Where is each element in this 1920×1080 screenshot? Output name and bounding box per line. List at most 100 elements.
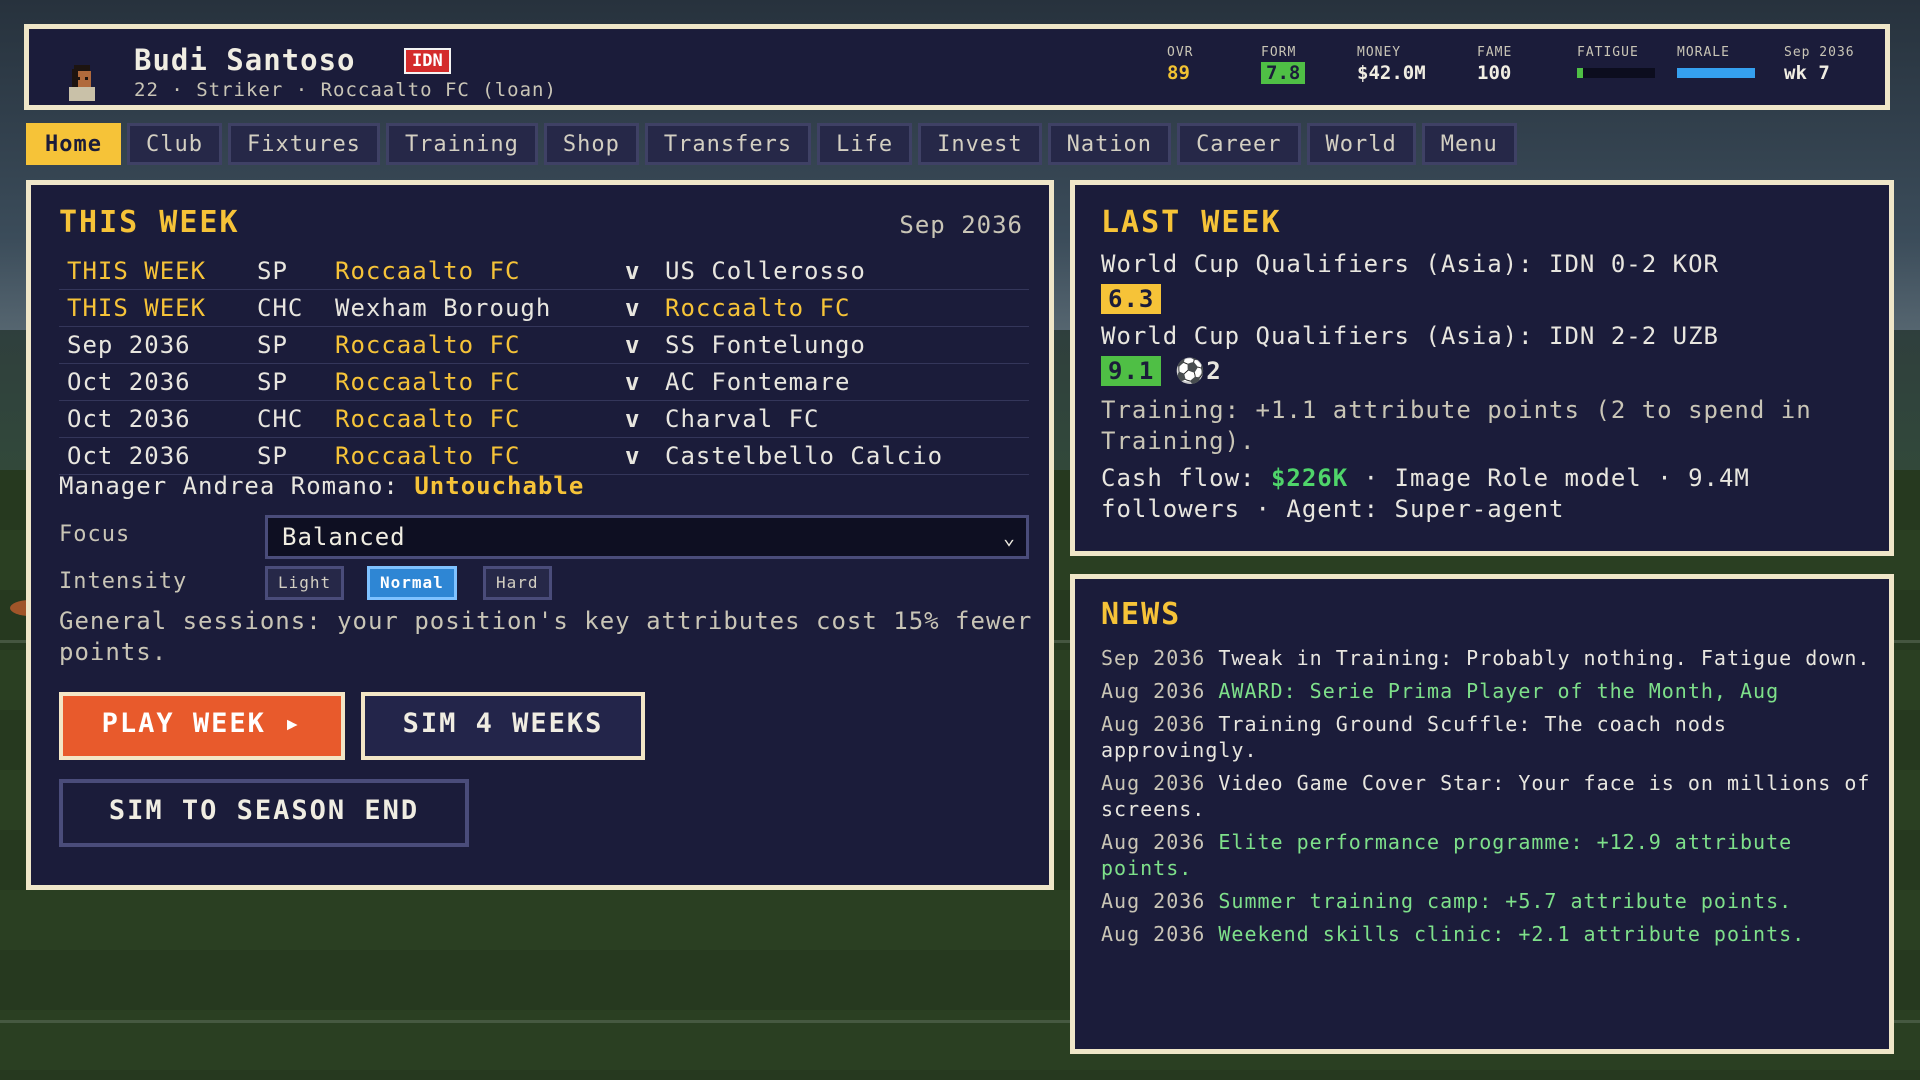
fixture-v: v bbox=[625, 405, 641, 433]
fixture-row: Oct 2036 CHC Roccaalto FC v Charval FC bbox=[59, 401, 1029, 438]
news-item: Aug 2036 AWARD: Serie Prima Player of th… bbox=[1101, 678, 1881, 704]
match-rating: 9.1 bbox=[1101, 356, 1162, 386]
fixture-row: THIS WEEK CHC Wexham Borough v Roccaalto FC bbox=[59, 290, 1029, 327]
fixture-home: Roccaalto FC bbox=[335, 368, 521, 396]
cash-flow-label: Cash flow: bbox=[1101, 464, 1256, 492]
fixture-away: SS Fontelungo bbox=[665, 331, 866, 359]
manager-prefix: Manager Andrea Romano: bbox=[59, 472, 399, 500]
fixture-comp: SP bbox=[257, 442, 288, 470]
stat-label: FORM bbox=[1261, 45, 1297, 60]
chevron-down-icon: ⌄ bbox=[1002, 525, 1016, 549]
fixture-home: Roccaalto FC bbox=[335, 331, 521, 359]
sim-4-weeks-button[interactable]: SIM 4 WEEKS bbox=[361, 692, 645, 760]
fixture-comp: SP bbox=[257, 331, 288, 359]
news-date: Aug 2036 bbox=[1101, 712, 1206, 736]
tab-life[interactable]: Life bbox=[817, 123, 913, 165]
tab-world[interactable]: World bbox=[1306, 123, 1416, 165]
fixture-date: Oct 2036 bbox=[67, 368, 191, 396]
tab-training[interactable]: Training bbox=[385, 123, 538, 165]
money-value: $42.0M bbox=[1357, 62, 1426, 84]
stat-ovr: OVR 89 bbox=[1167, 45, 1193, 84]
tab-shop[interactable]: Shop bbox=[543, 123, 639, 165]
news-item: Aug 2036 Weekend skills clinic: +2.1 att… bbox=[1101, 921, 1881, 947]
fixture-date: Oct 2036 bbox=[67, 405, 191, 433]
sim-to-season-end-button[interactable]: SIM TO SEASON END bbox=[59, 779, 469, 847]
tab-club[interactable]: Club bbox=[126, 123, 222, 165]
fatigue-fill bbox=[1577, 68, 1584, 78]
news-text: AWARD: Serie Prima Player of the Month, … bbox=[1218, 679, 1780, 703]
tab-home[interactable]: Home bbox=[26, 123, 121, 165]
fixture-v: v bbox=[625, 368, 641, 396]
training-description: General sessions: your position's key at… bbox=[59, 607, 1033, 666]
fixture-away: US Collerosso bbox=[665, 257, 866, 285]
fixture-row: Oct 2036 SP Roccaalto FC v Castelbello Calci… bbox=[59, 438, 1029, 475]
news-date: Aug 2036 bbox=[1101, 830, 1206, 854]
news-date: Aug 2036 bbox=[1101, 922, 1206, 946]
fixture-away: AC Fontemare bbox=[665, 368, 851, 396]
stat-label: MONEY bbox=[1357, 45, 1402, 60]
stat-label: OVR bbox=[1167, 45, 1194, 60]
tab-nation[interactable]: Nation bbox=[1047, 123, 1172, 165]
training-summary: Training: +1.1 attribute points (2 to sp… bbox=[1101, 396, 1812, 455]
fixture-comp: CHC bbox=[257, 294, 304, 322]
panel-title: NEWS bbox=[1101, 597, 1182, 632]
news-list: Sep 2036 Tweak in Training: Probably not… bbox=[1101, 645, 1881, 954]
news-item: Aug 2036 Elite performance programme: +1… bbox=[1101, 829, 1881, 881]
fixture-comp: CHC bbox=[257, 405, 304, 433]
player-subtitle: 22 · Striker · Roccaalto FC (loan) bbox=[134, 79, 557, 101]
this-week-panel: THIS WEEK Sep 2036 THIS WEEK SP Roccaalto … bbox=[26, 180, 1054, 890]
date-label: Sep 2036 bbox=[1784, 45, 1855, 60]
player-name: Budi Santoso bbox=[134, 43, 356, 77]
fixture-away: Roccaalto FC bbox=[665, 294, 851, 322]
panel-title: THIS WEEK bbox=[59, 205, 240, 240]
stat-money: MONEY $42.0M bbox=[1357, 45, 1426, 84]
last-week-body: World Cup Qualifiers (Asia): IDN 0-2 KOR… bbox=[1101, 249, 1881, 525]
match-result: World Cup Qualifiers (Asia): IDN 2-2 UZB bbox=[1101, 322, 1719, 350]
stat-morale: MORALE bbox=[1677, 45, 1755, 78]
fame-value: 100 bbox=[1477, 62, 1512, 84]
fixture-row: Oct 2036 SP Roccaalto FC v AC Fontemare bbox=[59, 364, 1029, 401]
news-date: Aug 2036 bbox=[1101, 679, 1206, 703]
tab-fixtures[interactable]: Fixtures bbox=[227, 123, 380, 165]
focus-value: Balanced bbox=[282, 523, 406, 551]
news-item: Aug 2036 Video Game Cover Star: Your fac… bbox=[1101, 770, 1881, 822]
nation-badge: IDN bbox=[404, 48, 451, 74]
goals-scored: ⚽2 bbox=[1175, 357, 1222, 385]
fixture-home: Roccaalto FC bbox=[335, 405, 521, 433]
intensity-normal-button[interactable]: Normal bbox=[367, 566, 457, 600]
match-result: World Cup Qualifiers (Asia): IDN 0-2 KOR bbox=[1101, 250, 1719, 278]
fixture-away: Charval FC bbox=[665, 405, 820, 433]
stat-label: FATIGUE bbox=[1577, 45, 1639, 60]
tab-transfers[interactable]: Transfers bbox=[644, 123, 812, 165]
fixture-home: Wexham Borough bbox=[335, 294, 552, 322]
intensity-hard-button[interactable]: Hard bbox=[483, 566, 552, 600]
manager-status: Manager Andrea Romano: Untouchable bbox=[59, 472, 584, 500]
morale-fill bbox=[1677, 68, 1755, 78]
fixture-comp: SP bbox=[257, 368, 288, 396]
focus-select[interactable]: Balanced ⌄ bbox=[265, 515, 1029, 559]
last-week-panel: LAST WEEK World Cup Qualifiers (Asia): I… bbox=[1070, 180, 1894, 556]
tab-career[interactable]: Career bbox=[1177, 123, 1301, 165]
stat-fame: FAME 100 bbox=[1477, 45, 1512, 84]
stat-fatigue: FATIGUE bbox=[1577, 45, 1655, 78]
week-value: wk 7 bbox=[1784, 62, 1830, 84]
fixture-comp: SP bbox=[257, 257, 288, 285]
tab-menu[interactable]: Menu bbox=[1421, 123, 1517, 165]
news-date: Aug 2036 bbox=[1101, 889, 1206, 913]
player-avatar bbox=[69, 65, 95, 101]
fixture-v: v bbox=[625, 257, 641, 285]
manager-status-value: Untouchable bbox=[414, 472, 585, 500]
main-tabs: Home Club Fixtures Training Shop Transfers Lif… bbox=[26, 123, 1517, 165]
tab-invest[interactable]: Invest bbox=[918, 123, 1042, 165]
news-item: Aug 2036 Summer training camp: +5.7 attr… bbox=[1101, 888, 1881, 914]
play-week-button[interactable]: PLAY WEEK ▸ bbox=[59, 692, 345, 760]
intensity-light-button[interactable]: Light bbox=[265, 566, 345, 600]
match-rating: 6.3 bbox=[1101, 284, 1162, 314]
stat-date: Sep 2036 wk 7 bbox=[1784, 45, 1855, 84]
fixture-date: Oct 2036 bbox=[67, 442, 191, 470]
